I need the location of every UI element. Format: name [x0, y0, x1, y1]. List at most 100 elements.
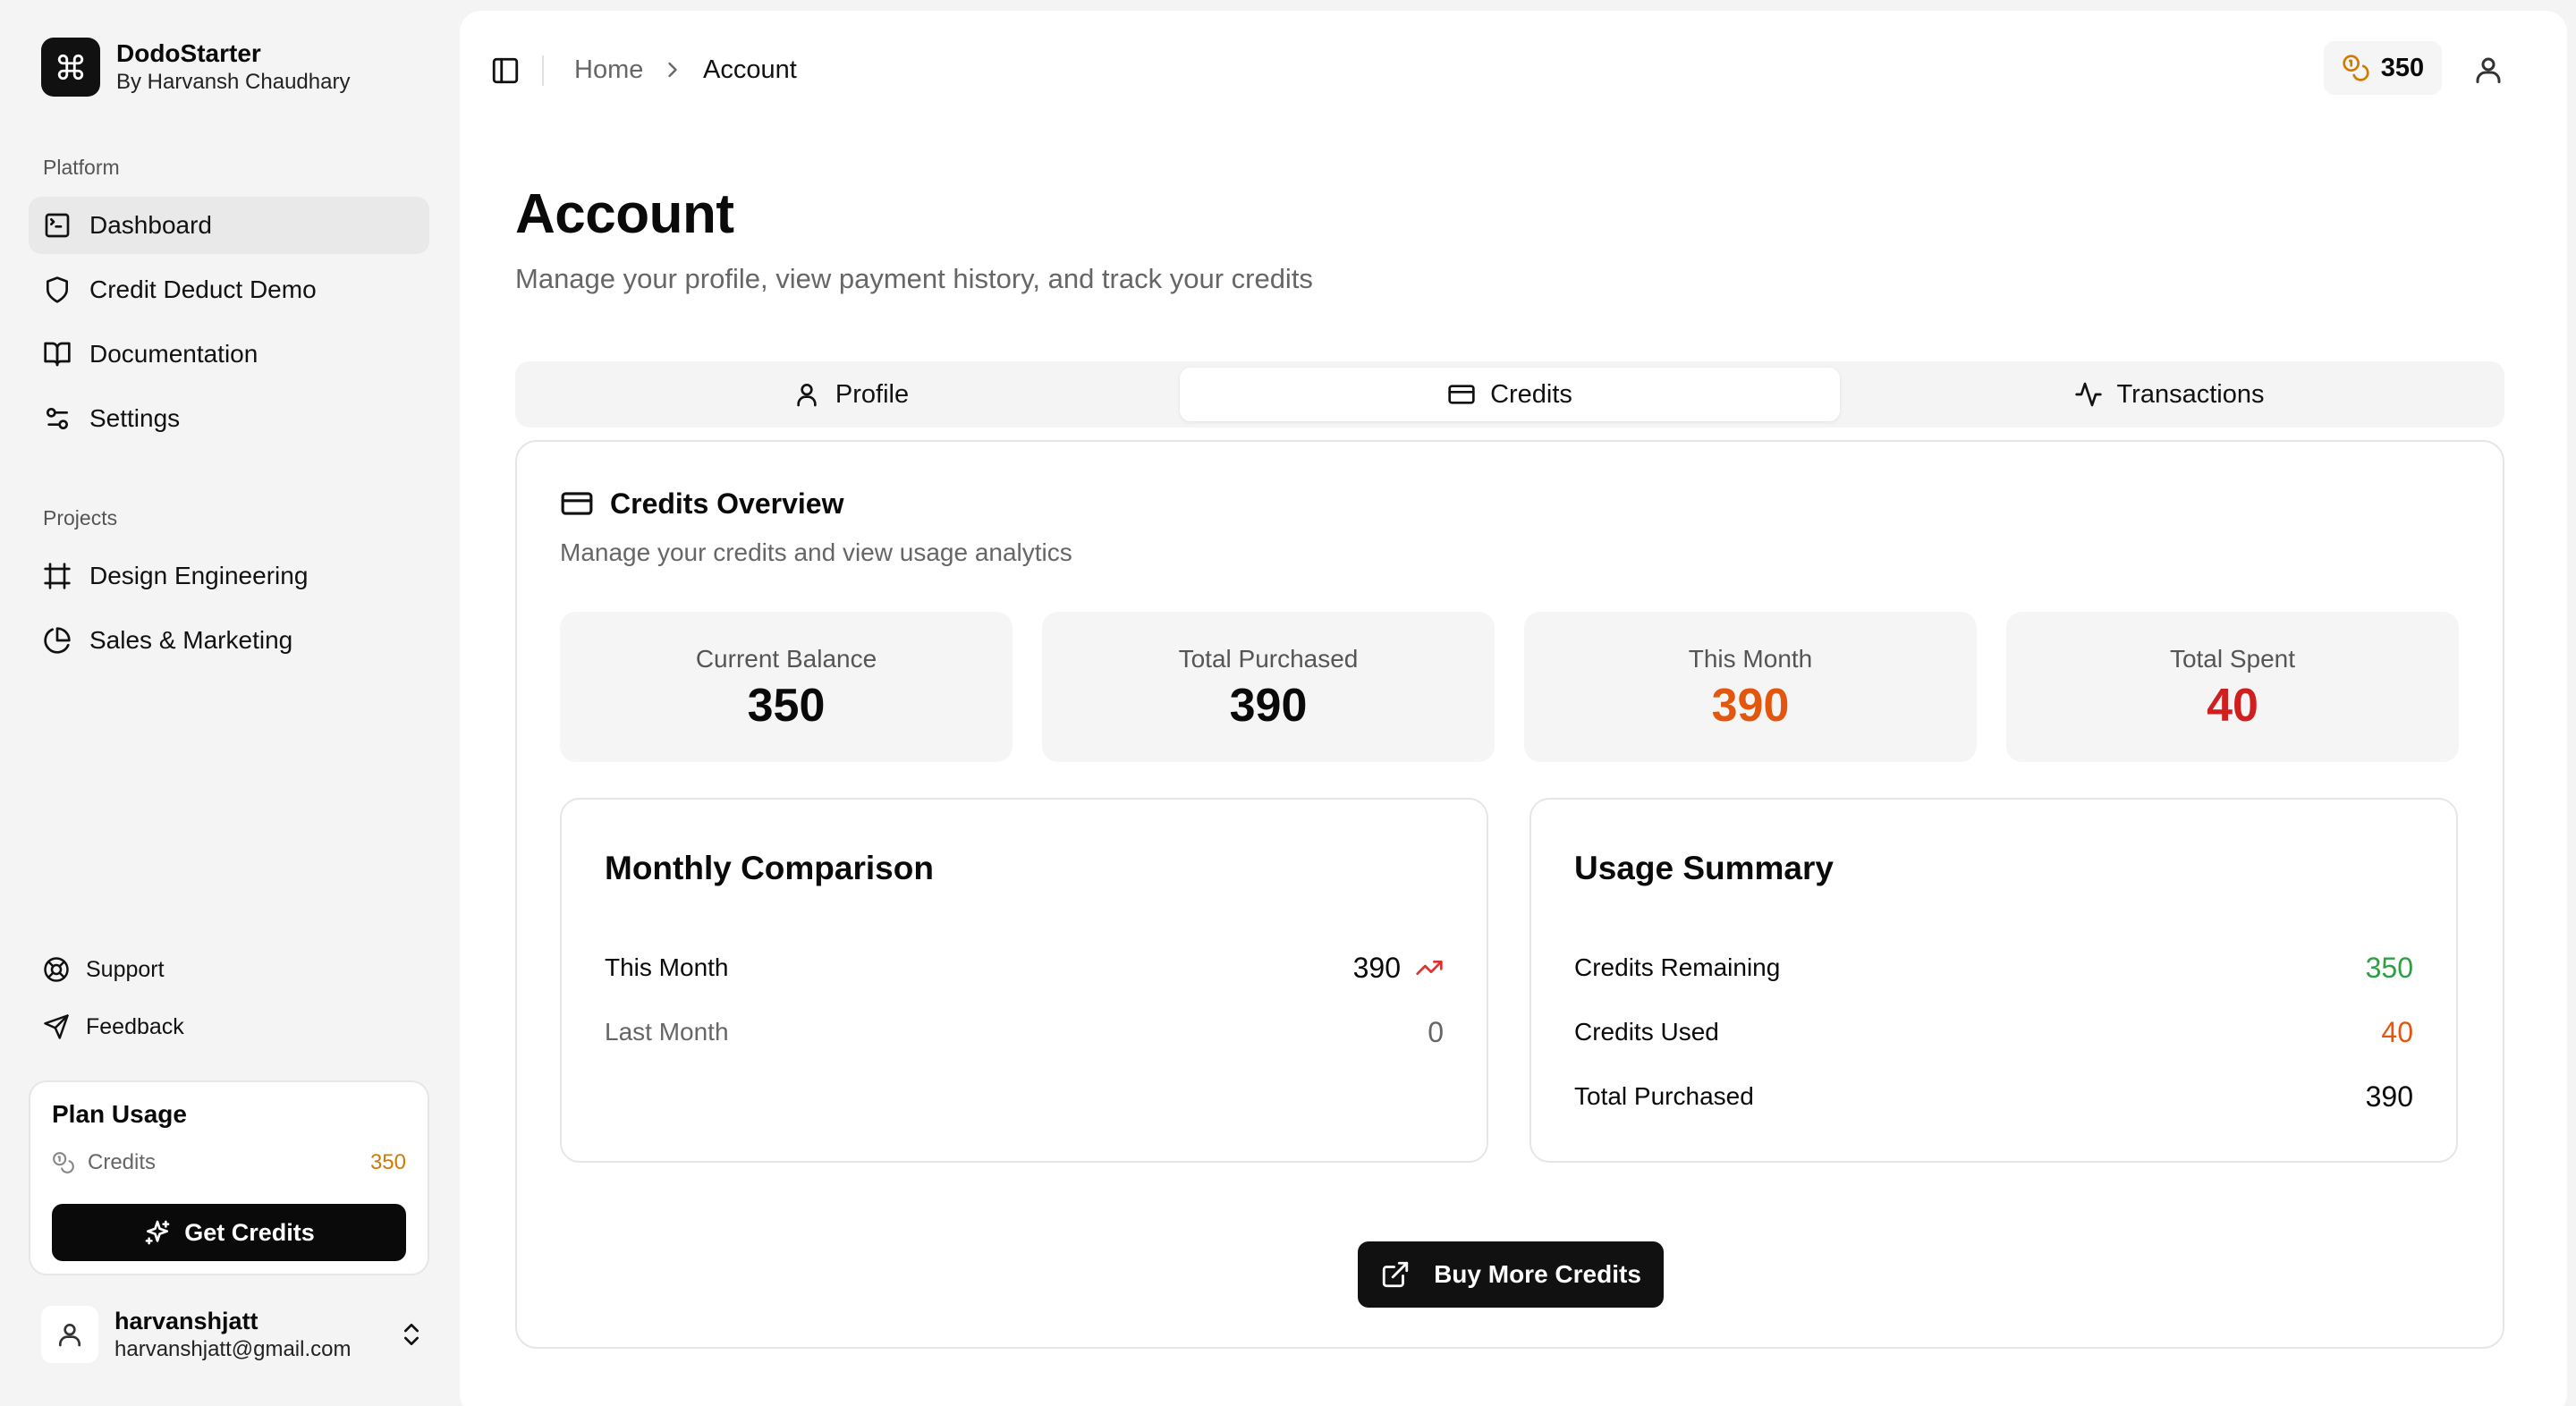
life-buoy-icon: [44, 957, 69, 982]
stat-label: Total Purchased: [1178, 645, 1359, 673]
credit-balance-badge[interactable]: 350: [2324, 41, 2442, 95]
stat-label: This Month: [1688, 645, 1813, 673]
trending-up-icon: [1416, 961, 1443, 975]
sidebar-item-credit-deduct-demo[interactable]: Credit Deduct Demo: [29, 261, 429, 318]
tab-label: Transactions: [2116, 379, 2265, 409]
user-name: harvanshjatt: [114, 1308, 258, 1334]
sidebar-item-label: Design Engineering: [89, 562, 309, 589]
usage-row-value: 40: [2381, 1015, 2413, 1048]
avatar: [41, 1306, 98, 1363]
get-credits-label: Get Credits: [184, 1218, 315, 1246]
monthly-comparison-title: Monthly Comparison: [605, 850, 934, 886]
stat-this-month: This Month 390: [1524, 612, 1977, 762]
last-month-label: Last Month: [605, 1018, 729, 1046]
projects-group-label: Projects: [43, 506, 118, 529]
sidebar-item-label: Dashboard: [89, 211, 212, 239]
stat-current-balance: Current Balance 350: [560, 612, 1013, 762]
tab-profile[interactable]: Profile: [521, 368, 1181, 421]
command-icon: [41, 38, 100, 97]
page-subtitle: Manage your profile, view payment histor…: [515, 263, 1313, 294]
page-title: Account: [515, 183, 734, 245]
stat-value: 390: [1229, 680, 1308, 732]
usage-row-label: Credits Remaining: [1574, 953, 1781, 981]
coins-icon: [53, 1152, 74, 1173]
last-month-value: 0: [1428, 1015, 1444, 1048]
user-icon: [797, 384, 817, 407]
credit-balance-value: 350: [2380, 53, 2425, 82]
usage-row-label: Total Purchased: [1574, 1082, 1754, 1110]
buy-more-credits-button[interactable]: Buy More Credits: [1358, 1241, 1664, 1308]
plan-credits-label: Credits: [88, 1150, 157, 1174]
usage-row-credits-remaining: Credits Remaining 350: [1574, 948, 2413, 987]
plan-usage-title: Plan Usage: [52, 1100, 187, 1128]
last-month-row: Last Month 0: [605, 1012, 1444, 1052]
breadcrumb-home[interactable]: Home: [574, 50, 643, 89]
sidebar-item-label: Settings: [89, 404, 181, 432]
coins-icon: [2343, 55, 2369, 81]
tab-label: Credits: [1490, 379, 1572, 409]
sidebar-item-label: Documentation: [89, 340, 258, 368]
user-icon: [59, 1324, 80, 1347]
support-label: Support: [86, 956, 165, 982]
sidebar-item-settings[interactable]: Settings: [29, 390, 429, 447]
this-month-label: This Month: [605, 953, 729, 981]
stat-label: Current Balance: [695, 645, 877, 673]
terminal-square-icon: [45, 213, 70, 238]
sidebar-item-label: Credit Deduct Demo: [89, 275, 317, 303]
sliders-icon: [46, 408, 68, 429]
credits-overview-card: Credits Overview Manage your credits and…: [515, 440, 2504, 1349]
get-credits-button[interactable]: Get Credits: [52, 1204, 406, 1261]
credits-overview-title-text: Credits Overview: [610, 487, 844, 520]
sidebar-item-design-engineering[interactable]: Design Engineering: [29, 547, 429, 605]
breadcrumb-current: Account: [703, 55, 797, 84]
platform-group-label: Platform: [43, 156, 120, 179]
sidebar-item-sales-marketing[interactable]: Sales & Marketing: [29, 612, 429, 669]
feedback-label: Feedback: [86, 1013, 184, 1039]
this-month-row: This Month 390: [605, 948, 1444, 987]
sidebar: DodoStarter By Harvansh Chaudhary Platfo…: [0, 0, 458, 1406]
stat-total-purchased: Total Purchased 390: [1042, 612, 1495, 762]
tab-transactions[interactable]: Transactions: [1839, 368, 2499, 421]
stat-value: 40: [2207, 680, 2258, 732]
stat-total-spent: Total Spent 40: [2006, 612, 2459, 762]
stat-label: Total Spent: [2169, 645, 2296, 673]
monthly-comparison-card: Monthly Comparison This Month 390 Last M…: [560, 798, 1488, 1163]
main-panel: Home Account 350 Account Manage your pro…: [460, 11, 2567, 1406]
tab-credits[interactable]: Credits: [1180, 368, 1840, 421]
user-icon[interactable]: [2472, 54, 2504, 86]
usage-row-credits-used: Credits Used 40: [1574, 1012, 2413, 1052]
top-bar: Home Account 350: [460, 11, 2567, 125]
sidebar-item-documentation[interactable]: Documentation: [29, 326, 429, 383]
tab-label: Profile: [835, 379, 910, 409]
pie-chart-icon: [44, 627, 71, 654]
stat-value: 390: [1711, 680, 1790, 732]
brand[interactable]: DodoStarter By Harvansh Chaudhary: [41, 38, 350, 97]
usage-row-value: 390: [2365, 1080, 2413, 1113]
this-month-value-wrap: 390: [1353, 952, 1444, 985]
credit-card-icon: [561, 492, 593, 515]
plan-usage-card: Plan Usage Credits 350 Get Credits: [29, 1080, 429, 1275]
credit-card-icon: [1448, 385, 1475, 404]
send-icon: [44, 1014, 69, 1039]
chevron-right-icon: [668, 62, 677, 78]
divider: [542, 55, 544, 86]
sidebar-item-dashboard[interactable]: Dashboard: [29, 197, 429, 254]
buy-more-credits-label: Buy More Credits: [1434, 1260, 1641, 1288]
user-email: harvanshjatt@gmail.com: [114, 1337, 352, 1361]
usage-row-label: Credits Used: [1574, 1018, 1719, 1046]
sidebar-item-label: Sales & Marketing: [89, 626, 293, 654]
sidebar-toggle-icon[interactable]: [490, 55, 521, 86]
plan-credits-row: Credits 350: [52, 1147, 406, 1179]
usage-summary-title: Usage Summary: [1574, 850, 1834, 886]
account-tabs: Profile Credits Transactions: [515, 361, 2504, 428]
sidebar-item-support[interactable]: Support: [29, 948, 165, 991]
chevrons-up-down-icon[interactable]: [397, 1320, 426, 1349]
credits-overview-subtitle: Manage your credits and view usage analy…: [560, 538, 1072, 566]
external-link-icon: [1382, 1261, 1409, 1288]
user-menu[interactable]: harvanshjatt harvanshjatt@gmail.com: [41, 1302, 426, 1367]
brand-subtitle: By Harvansh Chaudhary: [116, 70, 351, 94]
sidebar-item-feedback[interactable]: Feedback: [29, 1005, 184, 1048]
brand-name: DodoStarter: [116, 39, 261, 67]
stat-value: 350: [747, 680, 826, 732]
frame-icon: [44, 563, 71, 589]
